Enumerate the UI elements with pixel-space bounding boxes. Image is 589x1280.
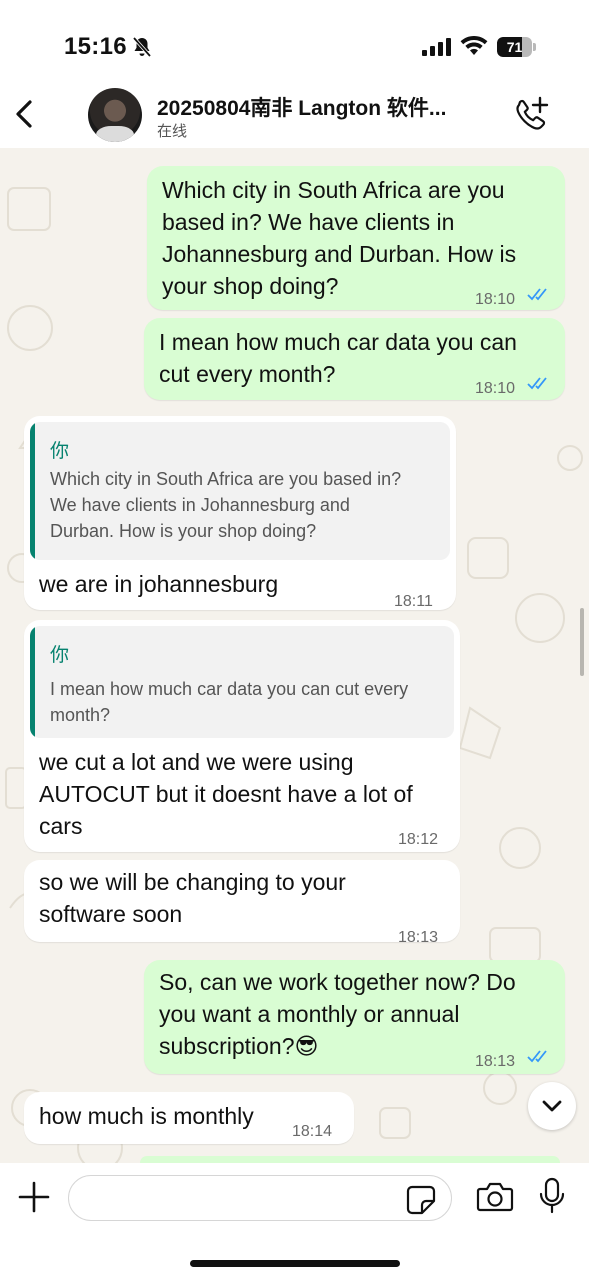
chevron-down-icon [542,1100,562,1112]
message-bubble-incoming[interactable]: so we will be changing to your software … [24,860,460,946]
muted-bell-icon [132,36,152,58]
quoted-message[interactable]: 你 I mean how much car data you can cut e… [30,626,454,738]
message-time: 18:11 [394,593,433,610]
message-text: we cut a lot and we were using AUTOCUT b… [39,749,413,839]
message-bubble-outgoing[interactable]: I mean how much car data you can cut eve… [144,318,565,400]
home-indicator [190,1260,400,1267]
battery-level: 71 [506,39,523,55]
status-bar: 15:16 71 [0,0,589,90]
message-time: 18:13 [398,929,439,946]
cellular-signal-icon [422,38,451,56]
wifi-icon [460,36,488,55]
message-time: 18:12 [398,831,439,848]
chat-area[interactable]: Which city in South Africa are you based… [0,148,589,1163]
quote-author: 你 [50,645,70,666]
message-text: so we will be changing to your software … [39,869,346,927]
message-input[interactable] [85,1184,405,1212]
message-text: Which city in South Africa are you based… [162,177,517,299]
message-time: 18:13 [475,1053,516,1070]
message-input-box[interactable] [68,1175,452,1221]
message-bubble-incoming[interactable]: 你 Which city in South Africa are you bas… [24,416,456,610]
read-receipt-icon [527,1050,547,1063]
message-time: 18:10 [475,291,516,308]
phone-plus-icon[interactable] [512,96,552,134]
plus-icon[interactable] [16,1179,52,1215]
message-bubble-incoming[interactable]: 你 I mean how much car data you can cut e… [24,620,460,852]
camera-icon[interactable] [476,1181,514,1213]
message-bubble-incoming[interactable]: how much is monthly 18:14 [24,1092,354,1144]
chevron-left-icon[interactable] [10,94,40,134]
composer-bar [0,1163,589,1280]
read-receipt-icon [527,377,547,390]
contact-status: 在线 [157,123,188,140]
message-bubble-outgoing[interactable]: So, can we work together now? Do you wan… [144,960,565,1074]
chat-scrollbar[interactable] [580,608,584,676]
avatar[interactable] [88,88,142,142]
contact-name[interactable]: 20250804南非 Langton 软件... [157,92,502,122]
read-receipt-icon [527,288,547,301]
sticker-icon[interactable] [406,1185,436,1215]
message-text: we are in johannesburg [39,571,279,597]
status-time: 15:16 [64,33,127,60]
next-message-preview [140,1156,560,1163]
message-time: 18:14 [292,1123,333,1140]
quoted-message[interactable]: 你 Which city in South Africa are you bas… [30,422,450,560]
top-bar: 15:16 71 20250804南非 Langton 软件... 在线 [0,0,589,148]
quote-author: 你 [50,441,70,462]
message-time: 18:10 [475,380,516,397]
scroll-to-bottom-button[interactable] [528,1082,576,1130]
battery-indicator: 71 [497,37,537,57]
quote-text: I mean how much car data you can cut eve… [50,679,409,725]
chat-header[interactable]: 20250804南非 Langton 软件... 在线 [0,84,589,148]
microphone-icon[interactable] [538,1177,566,1215]
message-text: how much is monthly [39,1103,254,1129]
quote-text: Which city in South Africa are you based… [50,469,402,541]
message-bubble-outgoing[interactable]: Which city in South Africa are you based… [147,166,565,310]
